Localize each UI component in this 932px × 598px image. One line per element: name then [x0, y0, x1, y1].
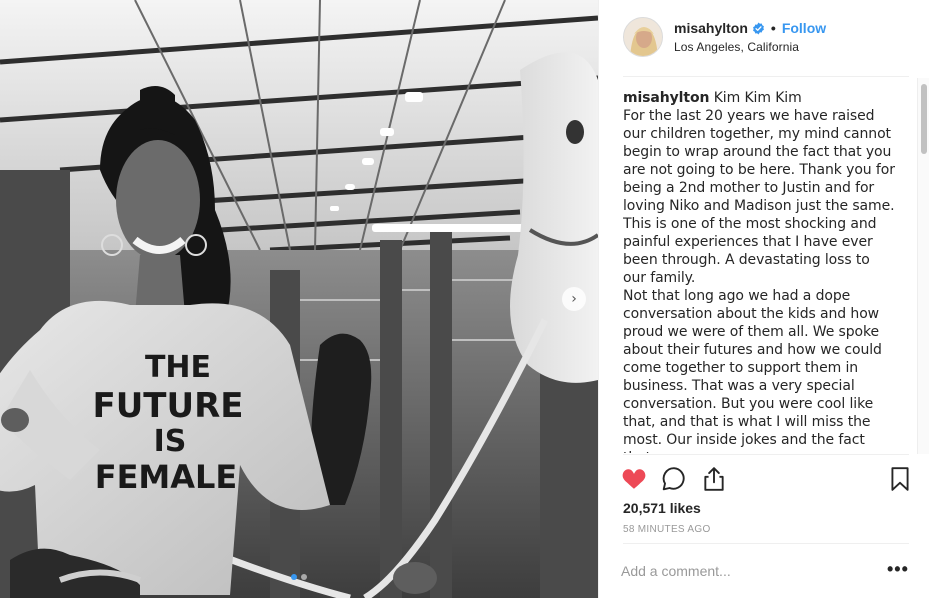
post-image: THE FUTURE IS FEMALE [0, 0, 598, 598]
more-options-button[interactable]: ••• [887, 559, 909, 580]
shirt-line: THE [145, 350, 211, 385]
carousel-indicator [0, 574, 598, 580]
carousel-dot [301, 574, 307, 580]
heart-icon[interactable] [621, 466, 647, 492]
avatar-image [624, 18, 662, 56]
bookmark-icon[interactable] [887, 466, 913, 492]
divider [623, 454, 909, 455]
chevron-right-icon: › [571, 291, 577, 307]
avatar[interactable] [623, 17, 663, 57]
carousel-dot [291, 574, 297, 580]
post-timestamp[interactable]: 58 MINUTES AGO [623, 524, 711, 535]
follow-button[interactable]: Follow [782, 20, 826, 36]
separator-dot: • [770, 20, 776, 36]
comment-icon[interactable] [661, 466, 687, 492]
like-count[interactable]: 20,571 likes [623, 500, 701, 516]
caption-username[interactable]: misahylton [623, 90, 709, 106]
shirt-line: FUTURE [92, 386, 243, 426]
header-username-row: misahylton • Follow [674, 20, 826, 36]
caption-scrollbar[interactable] [917, 78, 929, 454]
username-link[interactable]: misahylton [674, 20, 748, 36]
comment-input[interactable] [621, 556, 871, 586]
post-details-panel: misahylton • Follow Los Angeles, Califor… [598, 0, 932, 598]
divider [623, 76, 909, 77]
location-link[interactable]: Los Angeles, California [674, 40, 799, 54]
verified-badge-icon [752, 22, 764, 34]
divider [623, 543, 909, 544]
action-bar [599, 462, 932, 498]
post-photo[interactable]: THE FUTURE IS FEMALE › [0, 0, 598, 598]
caption-text: Kim Kim Kim For the last 20 years we hav… [623, 90, 895, 453]
caption: misahylton Kim Kim Kim For the last 20 y… [623, 89, 895, 453]
share-icon[interactable] [701, 466, 727, 492]
shirt-line: IS [154, 424, 187, 459]
caption-scroll-area[interactable]: misahylton Kim Kim Kim For the last 20 y… [623, 89, 895, 453]
scrollbar-thumb[interactable] [921, 84, 927, 154]
shirt-line: FEMALE [95, 458, 238, 496]
post-header: misahylton • Follow Los Angeles, Califor… [599, 0, 932, 76]
next-photo-button[interactable]: › [562, 287, 586, 311]
